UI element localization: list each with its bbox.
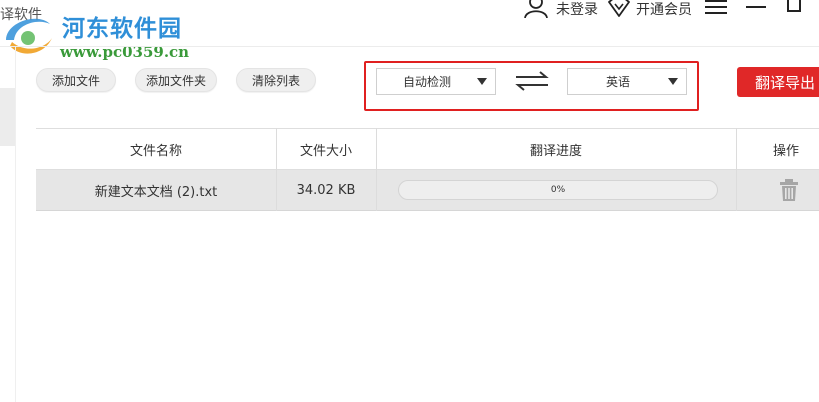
- trash-icon[interactable]: [779, 179, 799, 201]
- translation-progress-bar: 0%: [398, 180, 718, 200]
- table-row[interactable]: 新建文本文档 (2).txt 34.02 KB 0%: [36, 170, 819, 211]
- watermark-name: 河东软件园: [62, 15, 182, 42]
- column-header-progress: 翻译进度: [529, 143, 582, 159]
- vip-diamond-icon[interactable]: [606, 0, 632, 18]
- column-header-actions: 操作: [772, 143, 799, 159]
- watermark-logo-icon: [6, 18, 52, 54]
- translate-export-button[interactable]: 翻译导出: [737, 67, 819, 97]
- add-file-button[interactable]: 添加文件: [36, 68, 116, 92]
- column-header-name: 文件名称: [129, 143, 182, 159]
- minimize-icon[interactable]: [746, 6, 766, 8]
- add-folder-button[interactable]: 添加文件夹: [135, 68, 217, 92]
- chevron-down-icon: [668, 78, 678, 85]
- table-header: 文件名称 文件大小 翻译进度 操作: [36, 128, 819, 170]
- header-divider: [0, 46, 819, 47]
- file-size-cell: 34.02 KB: [296, 182, 356, 198]
- swap-languages-icon[interactable]: [513, 71, 551, 91]
- target-language-select[interactable]: 英语: [567, 68, 687, 95]
- target-language-value: 英语: [605, 75, 630, 89]
- login-link[interactable]: 未登录: [556, 0, 598, 19]
- open-vip-link[interactable]: 开通会员: [636, 0, 692, 19]
- sidebar-selected-item[interactable]: [0, 88, 15, 146]
- progress-label: 0%: [550, 185, 566, 195]
- column-divider: [276, 128, 277, 211]
- sidebar-divider: [15, 47, 16, 402]
- menu-icon[interactable]: [705, 0, 727, 14]
- column-header-size: 文件大小: [299, 143, 352, 159]
- column-divider: [736, 128, 737, 211]
- source-language-value: 自动检测: [402, 75, 451, 89]
- clear-list-button[interactable]: 清除列表: [236, 68, 316, 92]
- chevron-down-icon: [477, 78, 487, 85]
- file-table: 文件名称 文件大小 翻译进度 操作 新建文本文档 (2).txt 34.02 K…: [36, 128, 819, 211]
- maximize-icon[interactable]: [787, 0, 801, 12]
- file-name-cell: 新建文本文档 (2).txt: [94, 184, 218, 200]
- column-divider: [376, 128, 377, 211]
- user-icon[interactable]: [523, 0, 549, 18]
- source-language-select[interactable]: 自动检测: [376, 68, 496, 95]
